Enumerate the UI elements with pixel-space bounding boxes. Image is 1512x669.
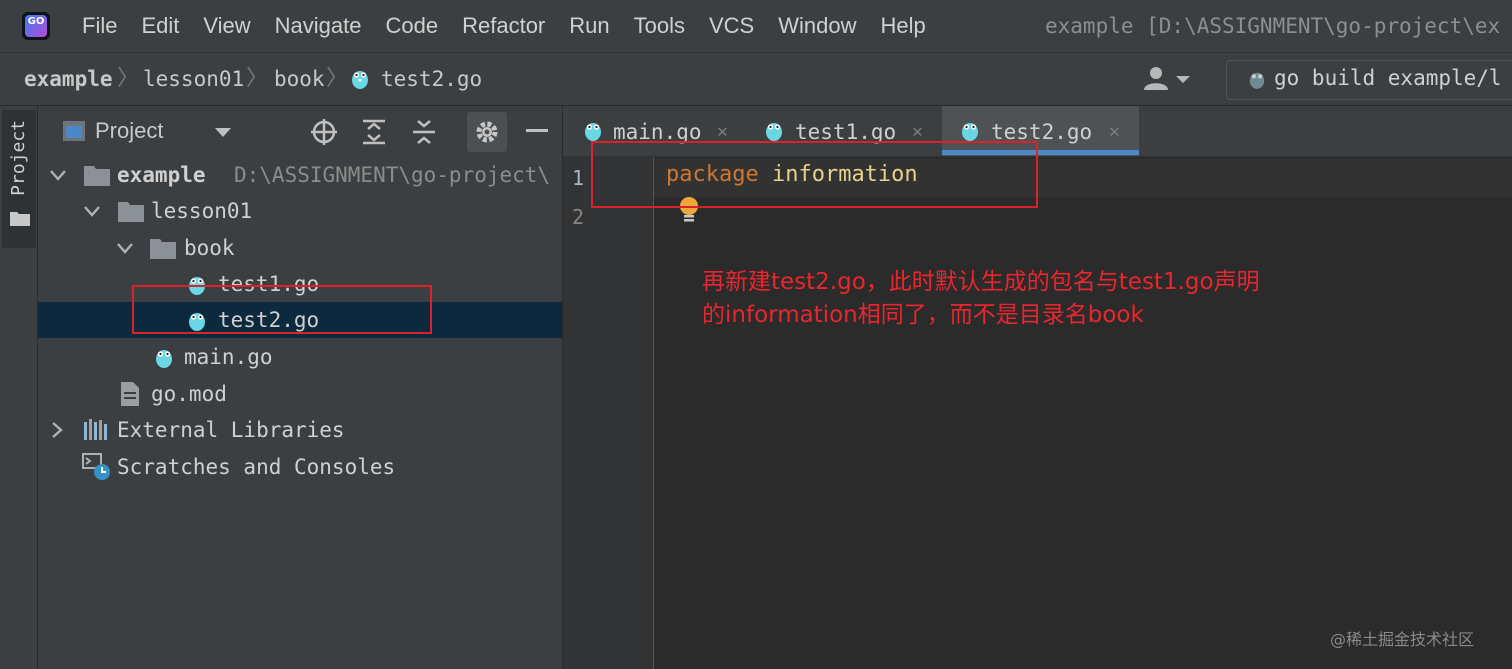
tree-item-go-mod[interactable]: go.mod — [38, 376, 562, 412]
chevron-down-icon[interactable] — [117, 241, 133, 255]
code-editor[interactable] — [654, 157, 1512, 669]
chevron-right-icon[interactable] — [50, 422, 64, 438]
menu-window[interactable]: Window — [778, 13, 856, 39]
main-menu: File Edit View Navigate Code Refactor Ru… — [70, 0, 938, 52]
folder-icon — [150, 239, 176, 259]
tree-item-label: book — [184, 236, 235, 260]
locate-file-icon[interactable] — [310, 118, 338, 150]
menu-navigate[interactable]: Navigate — [275, 13, 362, 39]
gopher-file-icon — [766, 123, 782, 141]
breadcrumb-separator-icon: 〉 — [246, 66, 269, 91]
gopher-file-icon — [156, 350, 172, 368]
collapse-all-icon[interactable] — [411, 118, 437, 150]
breadcrumb-separator-icon: 〉 — [117, 66, 140, 91]
breadcrumb-separator-icon: 〉 — [326, 66, 349, 91]
project-tool-window-label: Project — [8, 120, 29, 196]
tree-item-label: example — [117, 163, 206, 187]
expand-all-icon[interactable] — [361, 118, 387, 150]
line-number-gutter — [563, 157, 654, 669]
gopher-file-icon — [585, 123, 601, 141]
highlight-box-code — [591, 141, 1038, 208]
tree-item-label: External Libraries — [117, 418, 345, 442]
tree-item-external-libraries[interactable]: External Libraries — [38, 412, 562, 448]
chevron-down-icon[interactable] — [50, 168, 66, 182]
tree-item-label: go.mod — [151, 382, 227, 406]
menu-view[interactable]: View — [203, 13, 250, 39]
tree-item-lesson01[interactable]: lesson01 — [38, 193, 562, 229]
annotation-line: 的information相同了，而不是目录名book — [702, 302, 1144, 328]
settings-button[interactable] — [467, 112, 507, 152]
annotation-text: 再新建test2.go，此时默认生成的包名与test1.go声明 的inform… — [702, 266, 1260, 332]
highlight-box-tree — [132, 285, 432, 334]
watermark: @稀土掘金技术社区 — [1330, 630, 1475, 649]
scratches-icon — [82, 453, 110, 480]
menu-file[interactable]: File — [82, 13, 117, 39]
menu-tools[interactable]: Tools — [634, 13, 685, 39]
app-logo-icon: GO — [22, 12, 50, 40]
tree-item-book[interactable]: book — [38, 230, 562, 266]
tree-item-main-go[interactable]: main.go — [38, 339, 562, 375]
menu-vcs[interactable]: VCS — [709, 13, 754, 39]
tree-item-label: Scratches and Consoles — [117, 455, 396, 479]
project-panel-title[interactable]: Project — [95, 106, 163, 156]
folder-icon — [118, 202, 144, 222]
gopher-run-icon — [1248, 68, 1266, 94]
line-number: 1 — [572, 166, 585, 190]
menu-code[interactable]: Code — [386, 13, 439, 39]
menu-help[interactable]: Help — [880, 13, 925, 39]
breadcrumb-book[interactable]: book — [274, 53, 325, 105]
chevron-down-icon[interactable] — [214, 124, 232, 143]
chevron-down-icon[interactable] — [84, 204, 100, 218]
tree-item-label: main.go — [184, 345, 273, 369]
project-view-icon — [62, 119, 86, 147]
file-icon — [121, 382, 139, 406]
menu-refactor[interactable]: Refactor — [462, 13, 545, 39]
tree-item-scratches[interactable]: Scratches and Consoles — [38, 449, 562, 485]
library-icon — [84, 419, 107, 440]
window-title: example [D:\ASSIGNMENT\go-project\ex — [1045, 14, 1501, 38]
hide-panel-icon[interactable] — [526, 129, 548, 132]
folder-icon — [10, 210, 30, 230]
gear-icon — [476, 121, 498, 143]
annotation-line: 再新建test2.go，此时默认生成的包名与test1.go声明 — [702, 269, 1260, 295]
breadcrumb-lesson01[interactable]: lesson01 — [143, 53, 244, 105]
tree-item-example[interactable]: example D:\ASSIGNMENT\go-project\ — [38, 157, 562, 193]
gopher-file-icon — [350, 66, 370, 94]
user-account-icon[interactable] — [1142, 66, 1194, 96]
tree-item-label: lesson01 — [151, 199, 253, 223]
menu-run[interactable]: Run — [569, 13, 609, 39]
app-logo-text: GO — [27, 16, 45, 27]
folder-icon — [84, 166, 110, 186]
run-configuration-label: go build example/l — [1274, 66, 1502, 90]
breadcrumb-test2-go[interactable]: test2.go — [381, 53, 482, 105]
tree-item-path: D:\ASSIGNMENT\go-project\ — [234, 163, 551, 187]
gopher-file-icon — [962, 123, 978, 141]
menu-edit[interactable]: Edit — [141, 13, 179, 39]
breadcrumb-example[interactable]: example — [24, 53, 113, 105]
line-number: 2 — [572, 205, 585, 229]
